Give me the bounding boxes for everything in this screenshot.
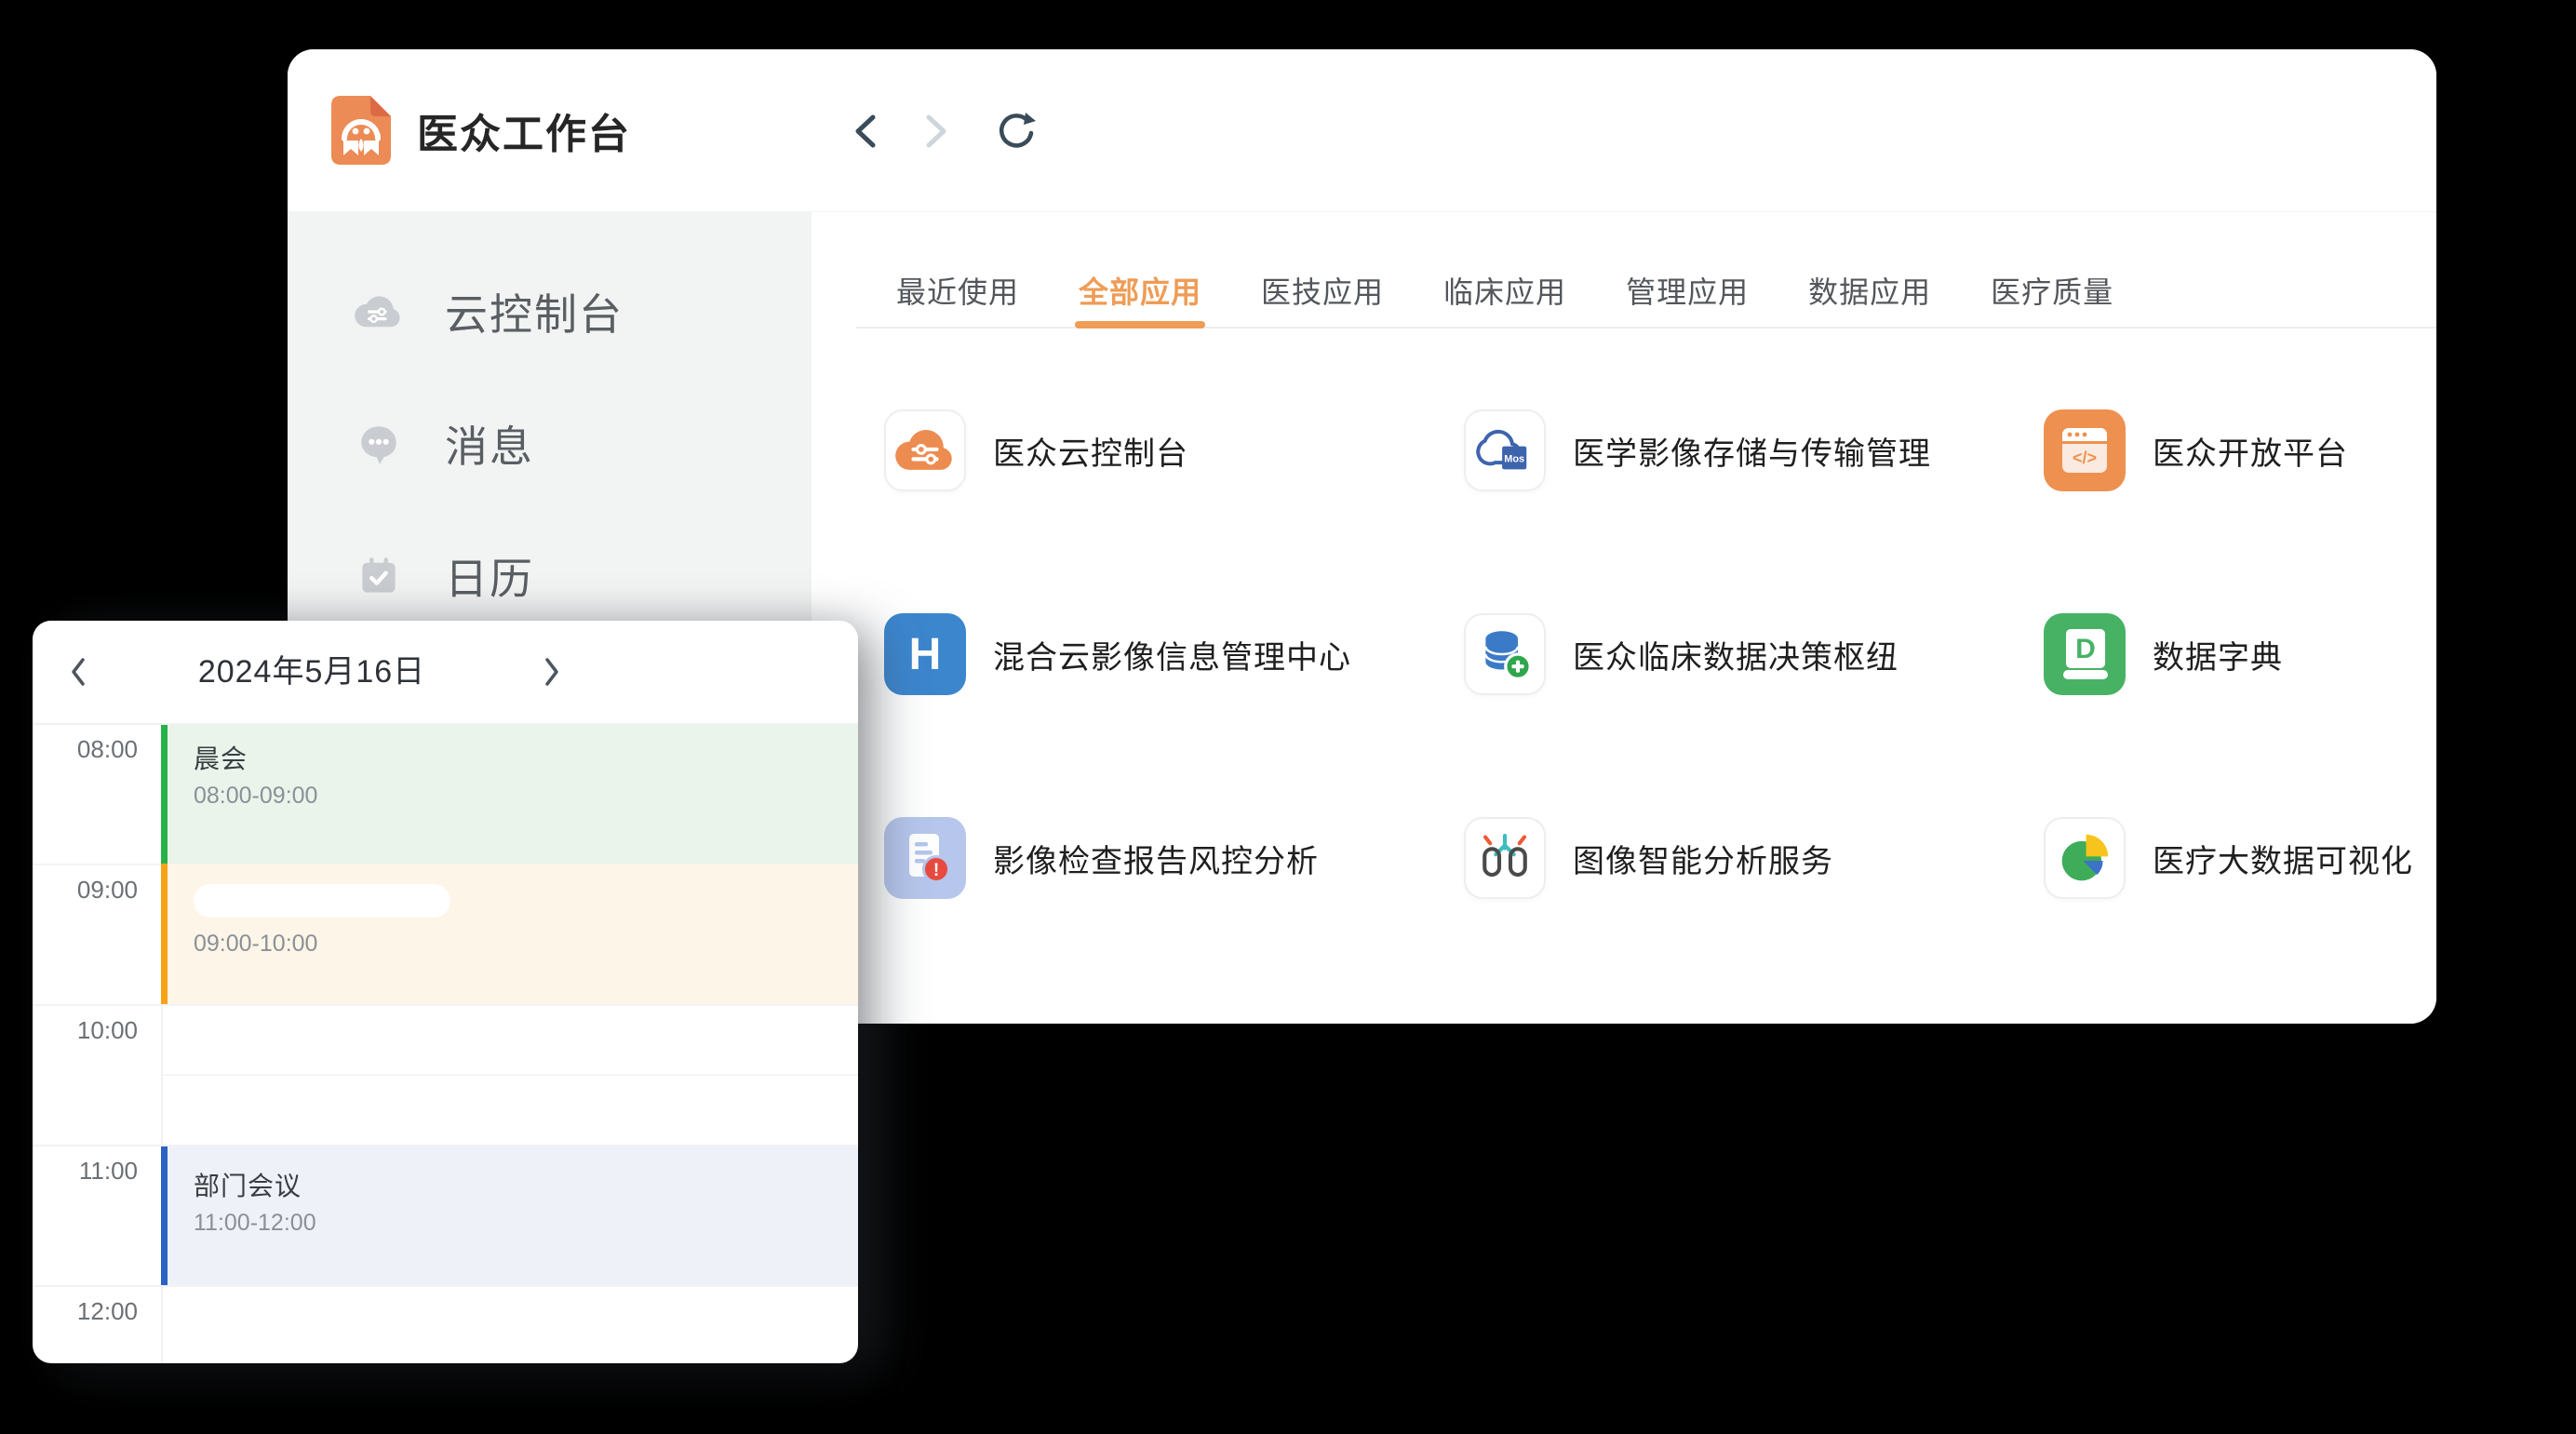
event-time: 09:00-10:00 — [194, 931, 858, 957]
sidebar-item-calendar[interactable]: 日历 — [288, 546, 812, 606]
sidebar-item-messages[interactable]: 消息 — [288, 414, 812, 474]
orange-cloud-sliders-icon — [884, 409, 966, 491]
app-label: 医疗大数据可视化 — [2153, 836, 2413, 881]
app-label: 混合云影像信息管理中心 — [993, 632, 1351, 677]
app-item-cloud-console[interactable]: 医众云控制台 — [884, 409, 1464, 491]
chevron-right-icon — [919, 111, 952, 152]
time-label: 12:00 — [33, 1297, 138, 1325]
cloud-icon — [354, 287, 404, 337]
tab-medtech[interactable]: 医技应用 — [1261, 268, 1384, 316]
event-title: 晨会 — [194, 744, 858, 775]
svg-text:</>: </> — [2073, 449, 2097, 467]
app-item-hybrid-cloud-imaging[interactable]: H 混合云影像信息管理中心 — [884, 613, 1464, 695]
app-item-big-data-visualization[interactable]: 医疗大数据可视化 — [2044, 817, 2436, 899]
chevron-left-icon — [850, 111, 883, 152]
app-item-imaging-storage[interactable]: Mos 医学影像存储与传输管理 — [1464, 409, 2044, 491]
app-grid: 医众云控制台 Mos 医学影像存储与传输管理 — [884, 409, 2436, 1021]
tab-data[interactable]: 数据应用 — [1808, 268, 1931, 316]
forward-button[interactable] — [915, 109, 956, 154]
tab-all-apps[interactable]: 全部应用 — [1079, 268, 1201, 316]
sidebar-item-label: 云控制台 — [445, 281, 624, 342]
window-title: 医众工作台 — [417, 101, 631, 160]
tab-recent[interactable]: 最近使用 — [896, 268, 1019, 316]
nav-controls — [846, 49, 1036, 212]
calendar-event-redacted[interactable]: 09:00-10:00 — [161, 864, 858, 1004]
calendar-event-department-meeting[interactable]: 部门会议 11:00-12:00 — [161, 1146, 858, 1285]
database-plus-icon — [1464, 613, 1546, 695]
app-item-open-platform[interactable]: </> 医众开放平台 — [2044, 409, 2436, 491]
sidebar-item-label: 日历 — [445, 545, 534, 607]
chevron-right-icon — [540, 653, 562, 690]
calendar-popup: 08:00 09:00 10:00 11:00 12:00 晨会 08:00-0… — [33, 621, 858, 1363]
event-time: 11:00-12:00 — [194, 1210, 858, 1236]
blue-h-square-icon: H — [884, 613, 966, 695]
back-button[interactable] — [846, 109, 887, 154]
time-label: 11:00 — [33, 1157, 138, 1185]
chat-bubble-icon — [354, 419, 404, 469]
app-label: 医学影像存储与传输管理 — [1573, 428, 1931, 474]
event-time: 08:00-09:00 — [194, 783, 858, 809]
app-item-image-ai-analysis[interactable]: 图像智能分析服务 — [1464, 817, 2044, 899]
tab-clinical[interactable]: 临床应用 — [1443, 268, 1566, 316]
app-label: 医众临床数据决策枢纽 — [1573, 632, 1898, 677]
app-label: 医众云控制台 — [993, 428, 1188, 474]
lungs-analysis-icon — [1464, 817, 1546, 899]
orange-code-window-icon: </> — [2044, 409, 2126, 491]
app-logo-icon — [331, 96, 391, 165]
svg-text:D: D — [2075, 634, 2096, 664]
refresh-button[interactable] — [995, 109, 1036, 154]
time-label: 09:00 — [33, 876, 138, 904]
calendar-header: 2024年5月16日 — [33, 621, 858, 725]
sidebar-item-cloud-console[interactable]: 云控制台 — [288, 282, 812, 342]
calendar-event-morning-meeting[interactable]: 晨会 08:00-09:00 — [161, 725, 858, 864]
app-item-clinical-data-hub[interactable]: 医众临床数据决策枢纽 — [1464, 613, 2044, 695]
calendar-next-day-button[interactable] — [530, 621, 571, 723]
window-header: 医众工作台 — [288, 49, 2436, 212]
sidebar-item-label: 消息 — [445, 413, 534, 475]
content-area: 最近使用 全部应用 医技应用 临床应用 管理应用 数据应用 医疗质量 — [812, 212, 2436, 1024]
time-label: 08:00 — [33, 735, 138, 763]
app-label: 医众开放平台 — [2153, 428, 2348, 474]
calendar-date-title: 2024年5月16日 — [163, 621, 461, 723]
time-label: 10:00 — [33, 1016, 138, 1044]
tab-management[interactable]: 管理应用 — [1626, 268, 1749, 316]
redacted-event-title — [194, 884, 450, 918]
calendar-prev-day-button[interactable] — [59, 621, 100, 723]
half-hour-gridline — [163, 1074, 858, 1076]
hour-gridline — [33, 1285, 858, 1287]
letter-h: H — [909, 629, 942, 680]
calendar-check-icon — [354, 551, 404, 601]
event-title: 部门会议 — [194, 1171, 858, 1202]
hour-gridline — [33, 1004, 858, 1006]
tab-quality[interactable]: 医疗质量 — [1991, 268, 2113, 316]
green-dictionary-icon: D — [2044, 613, 2126, 695]
chevron-left-icon — [68, 653, 90, 690]
pie-chart-icon — [2044, 817, 2126, 899]
calendar-day-view: 08:00 09:00 10:00 11:00 12:00 晨会 08:00-0… — [33, 621, 858, 1363]
app-item-report-risk-analysis[interactable]: ! 影像检查报告风控分析 — [884, 817, 1464, 899]
app-label: 影像检查报告风控分析 — [993, 836, 1319, 881]
refresh-icon — [995, 110, 1036, 153]
app-label: 数据字典 — [2153, 632, 2283, 677]
tab-bar: 最近使用 全部应用 医技应用 临床应用 管理应用 数据应用 医疗质量 — [896, 268, 2113, 316]
svg-text:!: ! — [933, 861, 939, 880]
report-warning-icon: ! — [884, 817, 966, 899]
app-item-data-dictionary[interactable]: D 数据字典 — [2044, 613, 2436, 695]
app-label: 图像智能分析服务 — [1573, 836, 1833, 881]
svg-text:Mos: Mos — [1504, 453, 1524, 464]
blue-cloud-mos-icon: Mos — [1464, 409, 1546, 491]
